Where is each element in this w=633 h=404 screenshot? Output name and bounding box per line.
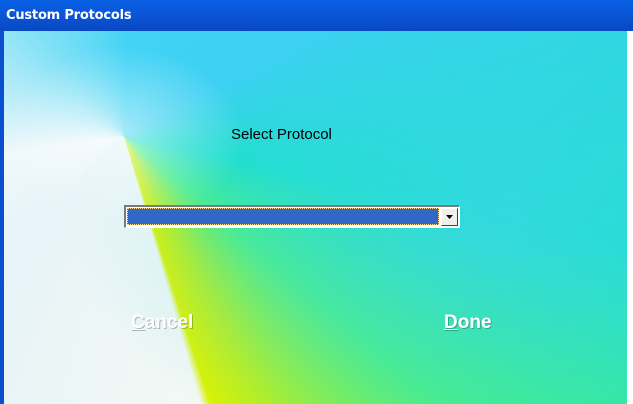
done-mnemonic: D <box>444 312 458 333</box>
protocol-dropdown[interactable] <box>124 205 460 228</box>
title-bar[interactable]: Custom Protocols <box>0 0 633 31</box>
window-frame-right <box>627 31 633 404</box>
chevron-down-icon[interactable] <box>441 208 458 226</box>
cancel-label: ancel <box>144 312 194 333</box>
done-button[interactable]: Done <box>444 312 492 334</box>
window-title: Custom Protocols <box>6 8 132 23</box>
done-label: one <box>457 312 492 333</box>
select-protocol-label: Select Protocol <box>231 126 332 143</box>
cancel-button[interactable]: Cancel <box>131 312 193 334</box>
dialog-body: Select Protocol Cancel Done <box>4 31 627 404</box>
custom-protocols-window: Custom Protocols Select Protocol Cancel … <box>0 0 633 404</box>
cancel-mnemonic: C <box>131 312 145 333</box>
protocol-dropdown-value[interactable] <box>127 208 439 225</box>
